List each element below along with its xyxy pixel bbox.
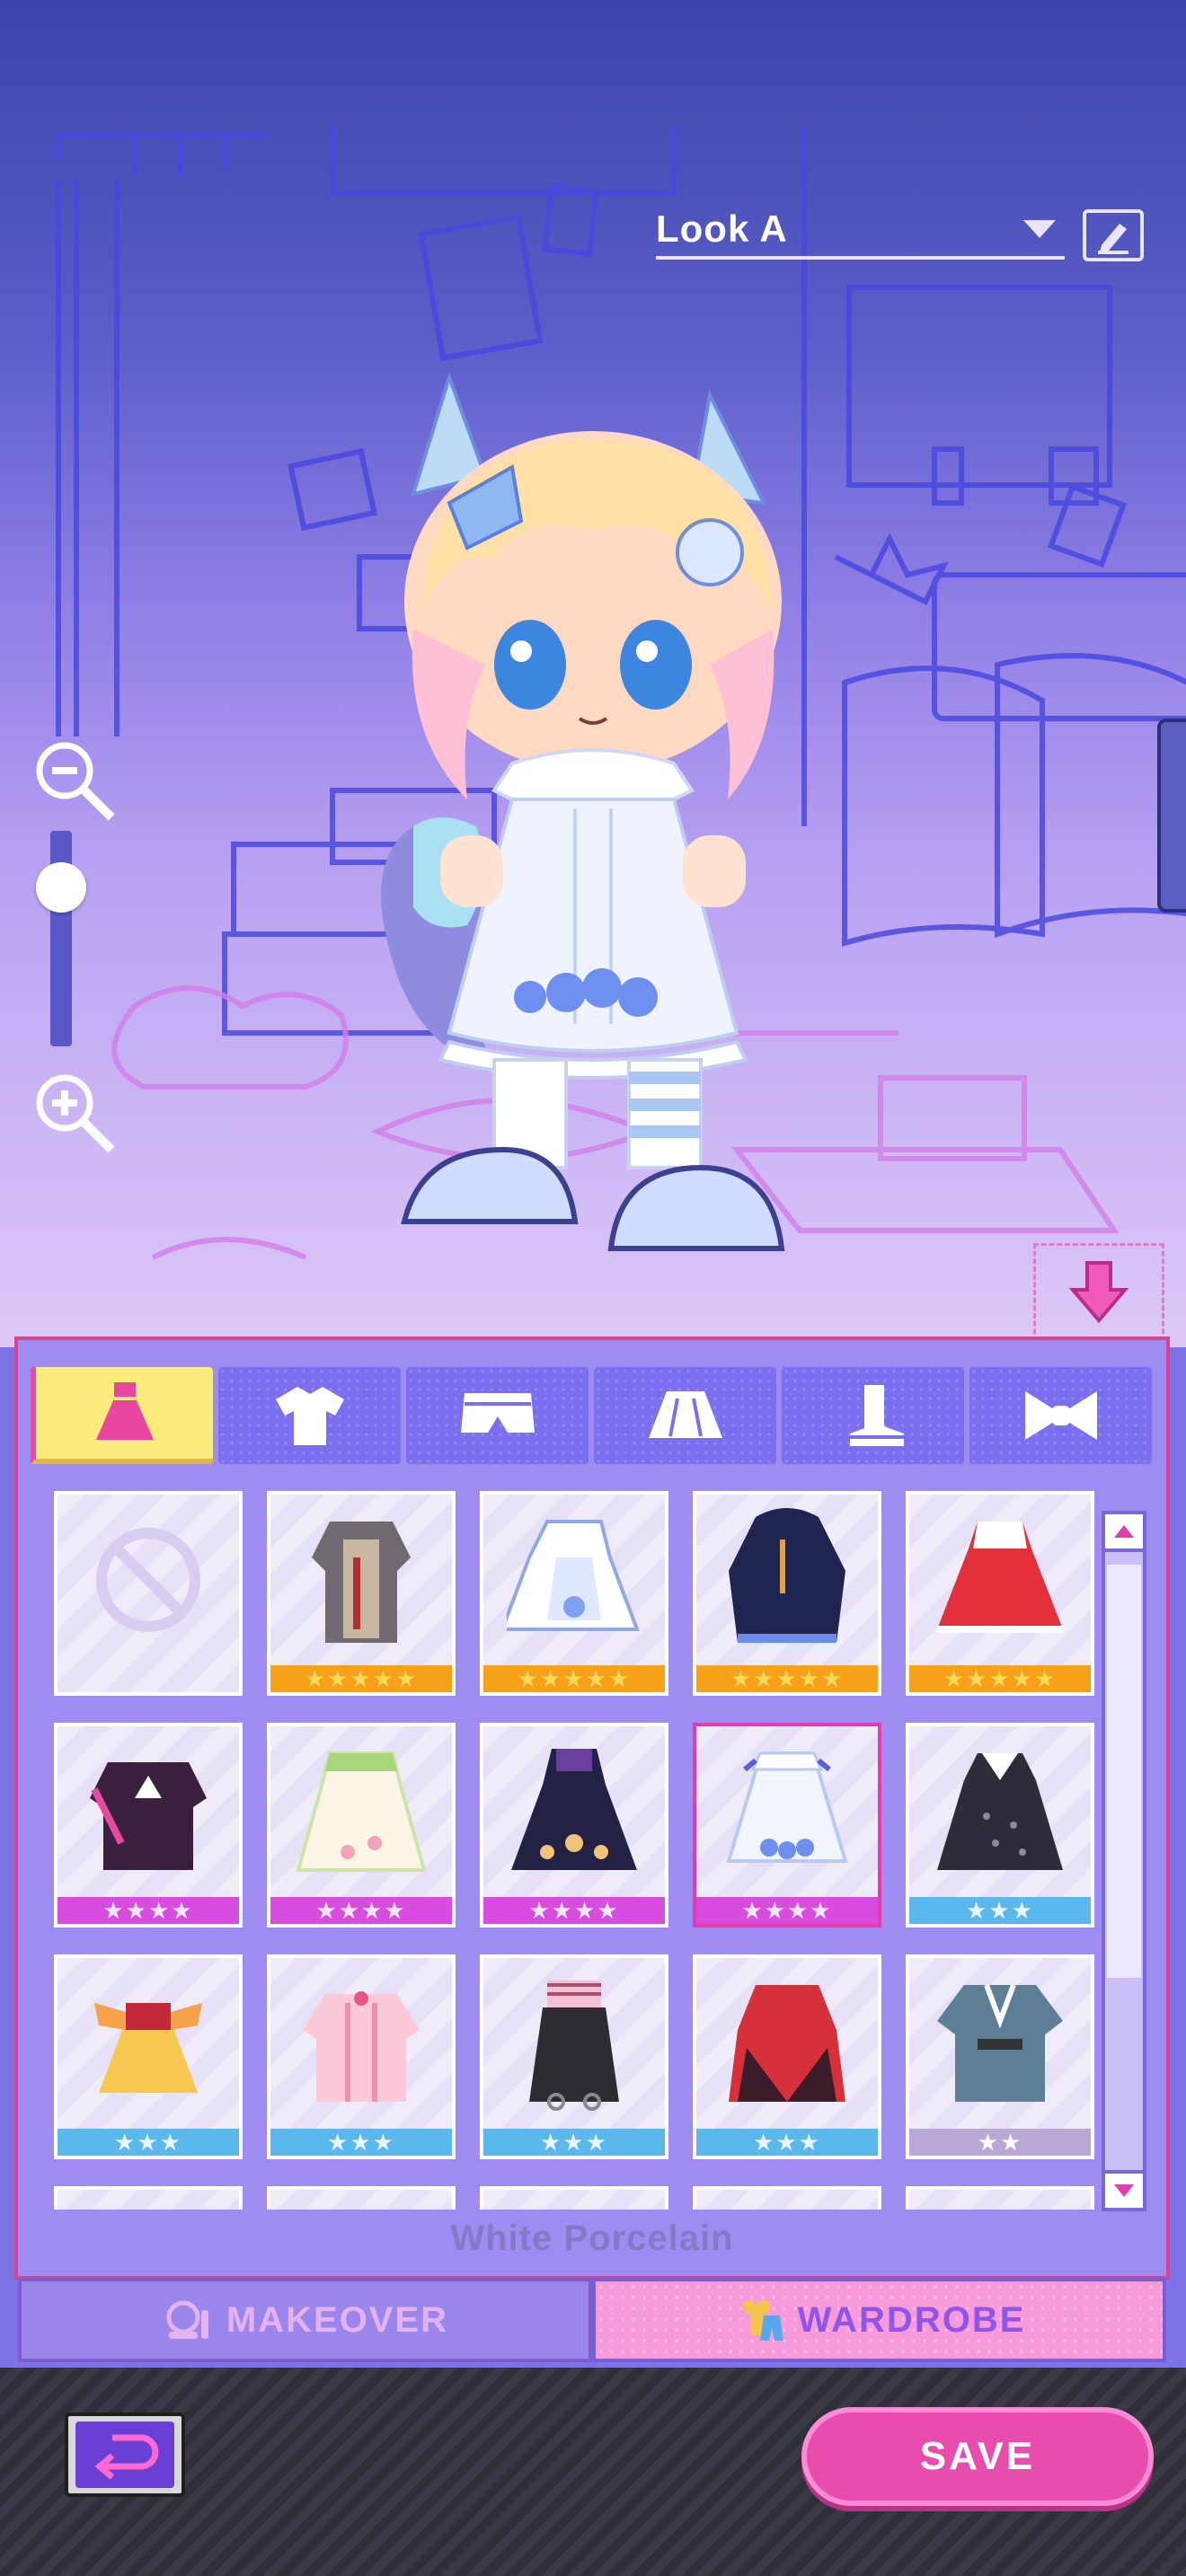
zoom-slider-handle[interactable] (36, 862, 86, 913)
rarity-stars: ★★★ (270, 2129, 452, 2156)
mirror-icon (166, 2300, 208, 2339)
item-card-selected[interactable]: ★★★★ (693, 1723, 881, 1928)
scrollbar-thumb[interactable] (1107, 1565, 1141, 1978)
maid-outfit-icon (507, 1520, 640, 1631)
dress-icon (95, 1382, 154, 1440)
side-drawer-handle[interactable] (1157, 719, 1186, 913)
bow-icon (1024, 1391, 1097, 1440)
zoom-in-icon[interactable] (31, 1069, 120, 1159)
red-lolita-dress-icon (937, 1522, 1063, 1633)
dropdown-arrow-icon (1023, 220, 1056, 238)
rarity-stars: ★★★★★ (483, 1665, 665, 1692)
clothes-icon (741, 2299, 783, 2341)
look-selector[interactable]: Look A (656, 202, 1065, 260)
item-card[interactable]: ★★★ (54, 1954, 243, 2159)
red-black-dress-icon (729, 1985, 845, 2102)
arrow-down-icon (1068, 1261, 1129, 1324)
item-card[interactable] (480, 2186, 668, 2210)
item-grid: ★★★★★ ★★★★★ ★★★★★ ★★★★★ ★★★★ ★★★★ ★★★★ ★… (54, 1491, 1114, 2210)
rarity-stars: ★★★★★ (909, 1665, 1091, 1692)
rarity-stars: ★★★★ (483, 1897, 665, 1924)
rarity-stars: ★★ (909, 2129, 1091, 2156)
yellow-corset-dress-icon (94, 2003, 202, 2093)
rarity-stars: ★★★ (909, 1897, 1091, 1924)
pencil-icon (1098, 224, 1128, 254)
wardrobe-panel: ★★★★★ ★★★★★ ★★★★★ ★★★★★ ★★★★ ★★★★ ★★★★ ★… (14, 1337, 1170, 2280)
back-button[interactable] (65, 2413, 185, 2497)
zoom-out-icon[interactable] (31, 737, 120, 826)
item-card[interactable]: ★★★★ (54, 1723, 243, 1928)
tab-wardrobe[interactable]: WARDROBE (592, 2278, 1166, 2362)
selected-item-name: White Porcelain (450, 2219, 734, 2258)
triangle-up-icon (1114, 1525, 1134, 1538)
skirt-icon (648, 1391, 722, 1438)
rarity-stars: ★★★ (58, 2129, 239, 2156)
item-card[interactable]: ★★★ (267, 1954, 456, 2159)
tab-makeover[interactable]: MAKEOVER (18, 2278, 592, 2362)
item-card[interactable] (906, 2186, 1094, 2210)
shorts-icon (460, 1393, 535, 1433)
knight-armor-outfit-icon (312, 1522, 411, 1643)
item-card[interactable]: ★★★★★ (480, 1491, 668, 1696)
tab-skirts[interactable] (594, 1367, 776, 1464)
tab-shoes[interactable] (782, 1367, 964, 1464)
item-card[interactable]: ★★ (906, 1954, 1094, 2159)
rarity-stars: ★★★ (483, 2129, 665, 2156)
item-card[interactable]: ★★★★ (267, 1723, 456, 1928)
return-arrow-icon (94, 2434, 159, 2479)
item-card[interactable]: ★★★ (693, 1954, 881, 2159)
navy-flower-dress-icon (511, 1749, 637, 1870)
rarity-stars: ★★★ (696, 2129, 878, 2156)
none-icon (96, 1528, 200, 1632)
rarity-stars: ★★★★ (270, 1897, 452, 1924)
tab-bottoms[interactable] (406, 1367, 589, 1464)
green-ruffle-dress-icon (296, 1751, 427, 1872)
polka-dot-dress-icon (937, 1753, 1063, 1870)
black-overalls-icon (529, 1981, 619, 2111)
rarity-stars: ★★★★ (58, 1897, 239, 1924)
item-card[interactable]: ★★★★★ (693, 1491, 881, 1696)
item-card[interactable] (693, 2186, 881, 2210)
rarity-stars: ★★★★★ (270, 1665, 452, 1692)
item-card[interactable]: ★★★★★ (906, 1491, 1094, 1696)
dark-hooded-outfit-icon (729, 1508, 845, 1643)
pink-pajama-icon (303, 1991, 420, 2102)
tab-accessories[interactable] (969, 1367, 1152, 1464)
look-name: Look A (656, 207, 788, 250)
item-card[interactable]: ★★★ (906, 1723, 1094, 1928)
tab-tops[interactable] (218, 1367, 401, 1464)
item-none[interactable] (54, 1491, 243, 1696)
black-jacket-2990-icon (90, 1762, 207, 1870)
white-porcelain-dress-icon (726, 1751, 848, 1863)
scroll-down-button[interactable] (1102, 2170, 1146, 2211)
item-card[interactable] (267, 2186, 456, 2210)
item-card[interactable]: ★★★★ (480, 1723, 668, 1928)
item-card[interactable]: ★★★★★ (267, 1491, 456, 1696)
collapse-panel-button[interactable] (1033, 1243, 1164, 1342)
save-button[interactable]: SAVE (801, 2407, 1154, 2506)
triangle-down-icon (1114, 2184, 1134, 2197)
tab-makeover-label: MAKEOVER (226, 2299, 449, 2340)
tab-wardrobe-label: WARDROBE (797, 2299, 1026, 2340)
rarity-stars: ★★★★ (696, 1897, 878, 1924)
boot-icon (849, 1385, 904, 1446)
item-card[interactable] (54, 2186, 243, 2210)
shirt-icon (275, 1387, 344, 1445)
category-tabs (31, 1367, 1152, 1464)
rarity-stars: ★★★★★ (696, 1665, 878, 1692)
item-card[interactable]: ★★★ (480, 1954, 668, 2159)
scroll-up-button[interactable] (1102, 1511, 1146, 1552)
character-avatar (381, 371, 785, 1251)
blue-kimono-icon (937, 1983, 1063, 2102)
character-stage: Look A (0, 0, 1186, 1347)
tab-dresses[interactable] (31, 1367, 213, 1464)
mode-tabs: MAKEOVER WARDROBE (18, 2278, 1166, 2362)
rename-look-button[interactable] (1083, 209, 1144, 261)
